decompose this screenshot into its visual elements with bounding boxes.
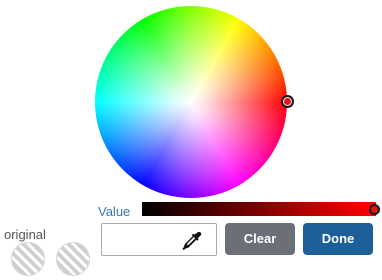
current-color-swatch (56, 242, 90, 276)
original-color-swatch[interactable] (11, 242, 45, 276)
color-wheel-handle[interactable] (281, 95, 294, 108)
hex-field (101, 223, 217, 256)
value-slider[interactable] (142, 202, 376, 216)
done-button[interactable]: Done (303, 223, 373, 255)
color-wheel[interactable] (95, 6, 287, 198)
original-label: original (4, 227, 46, 242)
eyedropper-icon[interactable] (180, 230, 202, 252)
value-label: Value (98, 204, 131, 219)
clear-button[interactable]: Clear (225, 223, 295, 255)
value-slider-handle[interactable] (369, 204, 380, 215)
